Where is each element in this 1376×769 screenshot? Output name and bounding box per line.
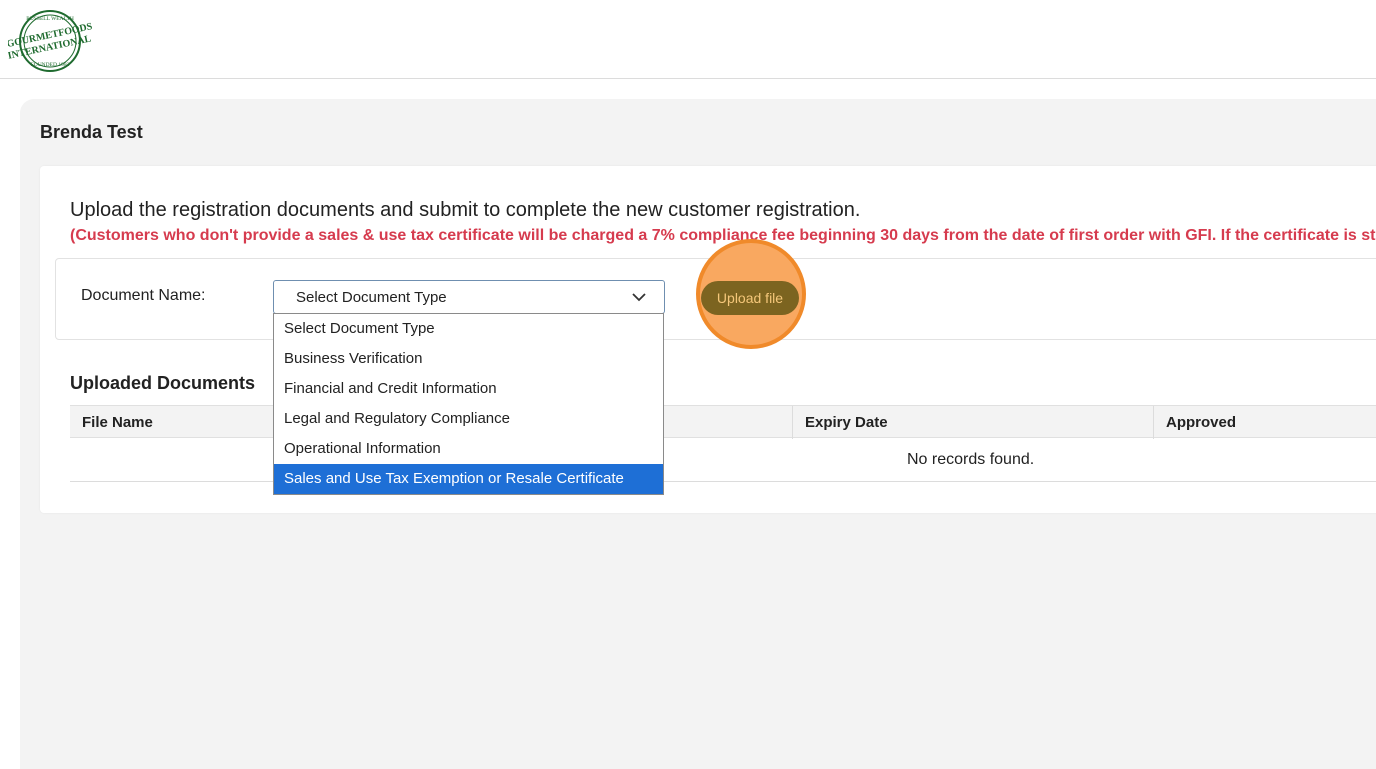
no-records-message: No records found.: [907, 451, 1035, 468]
document-type-dropdown: Select Document Type Business Verificati…: [273, 313, 664, 495]
uploaded-documents-title: Uploaded Documents: [70, 373, 256, 393]
customer-name: Brenda Test: [40, 122, 143, 142]
compliance-warning: (Customers who don't provide a sales & u…: [70, 227, 1376, 244]
registration-heading: Upload the registration documents and su…: [70, 199, 861, 221]
table-bottom-border: [70, 481, 1376, 482]
main-panel: Brenda Test Upload the registration docu…: [20, 99, 1376, 769]
column-header-file-name[interactable]: File Name: [82, 414, 153, 431]
top-bar: RUSSELL WEALTH GOURMETFOODS INTERNATIONA…: [0, 0, 1376, 79]
company-logo[interactable]: RUSSELL WEALTH GOURMETFOODS INTERNATIONA…: [8, 8, 92, 74]
column-divider: [1153, 406, 1154, 439]
svg-text:FOUNDED 1982: FOUNDED 1982: [31, 62, 70, 68]
chevron-down-icon: [632, 293, 646, 302]
column-header-approved[interactable]: Approved: [1166, 414, 1236, 431]
document-type-select[interactable]: Select Document Type: [273, 280, 665, 314]
dropdown-option-sales-tax-certificate[interactable]: Sales and Use Tax Exemption or Resale Ce…: [274, 464, 663, 494]
upload-file-button[interactable]: Upload file: [701, 281, 799, 315]
document-upload-row: Document Name: Select Document Type Uplo…: [55, 239, 1376, 349]
dropdown-option-select-document-type[interactable]: Select Document Type: [274, 314, 663, 344]
column-divider: [792, 406, 793, 439]
document-type-select-value: Select Document Type: [296, 289, 447, 306]
document-name-label: Document Name:: [81, 287, 206, 304]
dropdown-option-business-verification[interactable]: Business Verification: [274, 344, 663, 374]
documents-table-header: File Name Expiry Date Approved: [70, 405, 1376, 439]
dropdown-option-operational[interactable]: Operational Information: [274, 434, 663, 464]
column-header-expiry-date[interactable]: Expiry Date: [805, 414, 888, 431]
registration-card: Upload the registration documents and su…: [40, 166, 1376, 513]
dropdown-option-legal-regulatory[interactable]: Legal and Regulatory Compliance: [274, 404, 663, 434]
svg-text:RUSSELL WEALTH: RUSSELL WEALTH: [26, 16, 74, 22]
dropdown-option-financial-credit[interactable]: Financial and Credit Information: [274, 374, 663, 404]
